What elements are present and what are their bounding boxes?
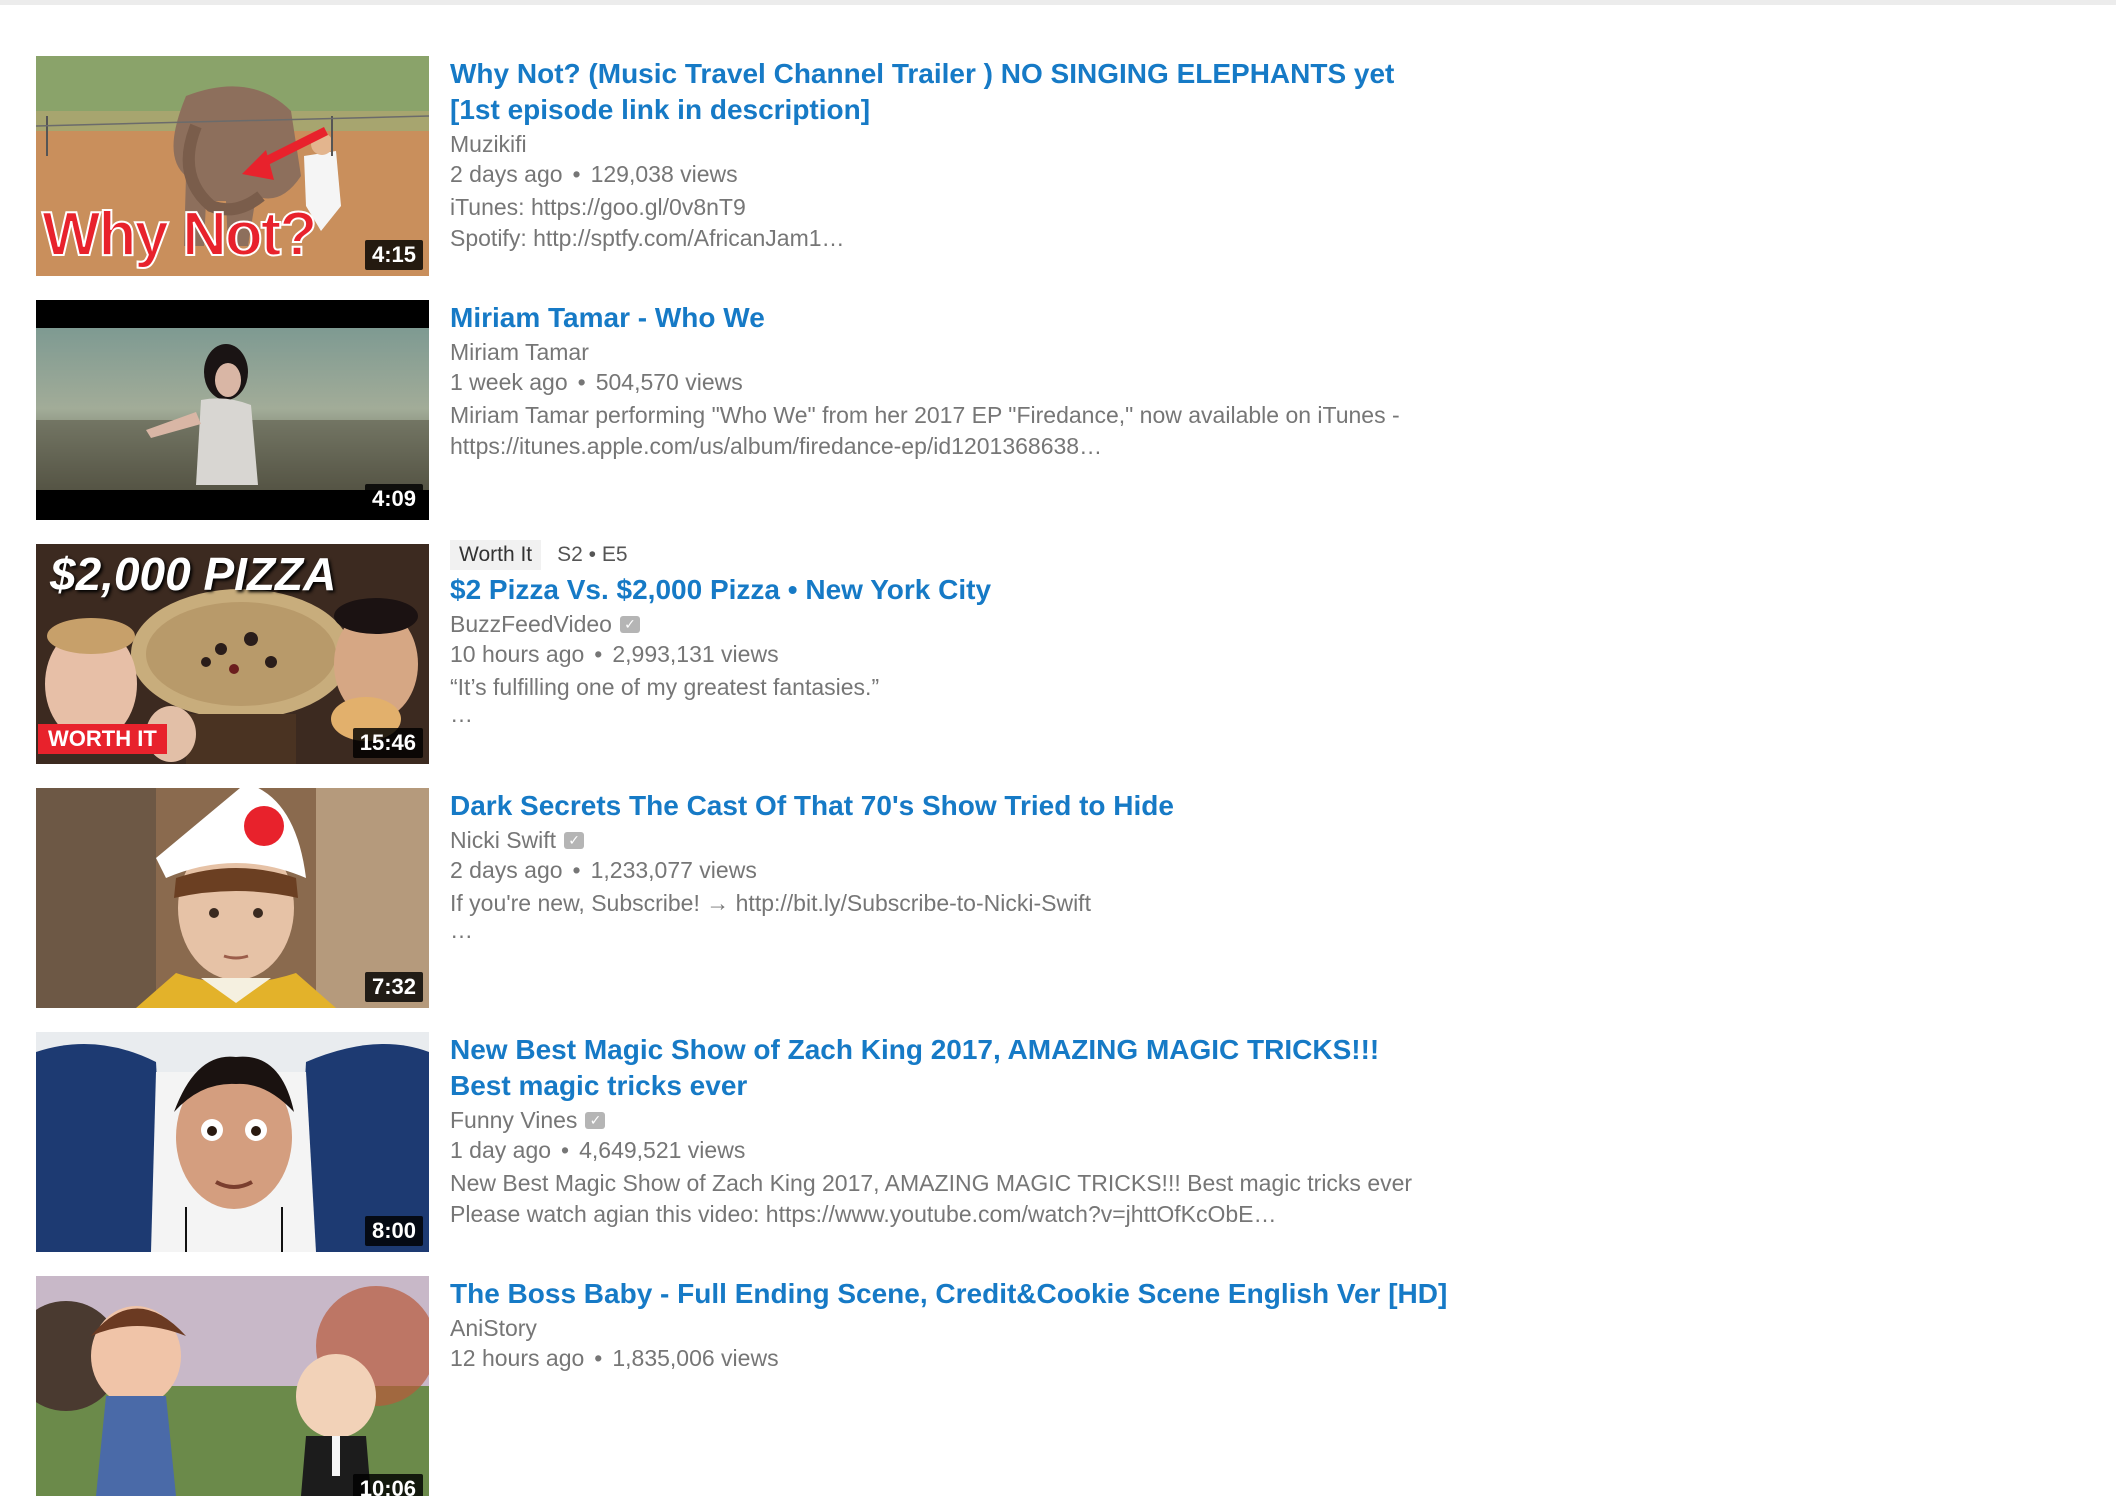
check-badge-icon: ✓ [564,831,585,849]
video-title-line: Dark Secrets The Cast Of That 70's Show … [450,790,1174,821]
video-duration: 7:32 [364,972,423,1002]
channel-name[interactable]: Muzikifi [450,129,527,159]
view-count: 129,038 views [590,161,738,187]
meta-separator: • [561,1137,570,1163]
video-thumbnail[interactable]: 7:32 [36,788,429,1008]
video-result[interactable]: 10:06 The Boss Baby - Full Ending Scene,… [36,1276,1536,1496]
video-meta: 1 day ago • 4,649,521 views [450,1135,1500,1165]
video-thumbnail[interactable]: 8:00 [36,1032,429,1252]
video-info: New Best Magic Show of Zach King 2017, A… [450,1032,1500,1230]
view-count: 2,993,131 views [612,641,779,667]
meta-separator: • [577,369,586,395]
video-thumbnail[interactable]: Why Not? 4:15 [36,56,429,276]
video-title-line: [1st episode link in description] [450,94,871,125]
description-line: Spotify: http://sptfy.com/AfricanJam1… [450,225,845,251]
channel-name[interactable]: Nicki Swift [450,825,556,855]
description-line: “It’s fulfilling one of my greatest fant… [450,674,880,700]
video-title[interactable]: Dark Secrets The Cast Of That 70's Show … [450,788,1500,824]
video-duration: 8:00 [364,1216,423,1246]
upload-age: 1 day ago [450,1137,552,1163]
video-thumbnail[interactable]: 4:09 [36,300,429,520]
video-info: Worth It S2 • E5 $2 Pizza Vs. $2,000 Piz… [450,538,1500,727]
video-title-line: $2 Pizza Vs. $2,000 Pizza • New York Cit… [450,574,992,605]
meta-separator: • [572,857,581,883]
check-badge-icon: ✓ [585,1111,606,1129]
upload-age: 1 week ago [450,369,568,395]
description-line: iTunes: https://goo.gl/0v8nT9 [450,194,746,220]
meta-separator: • [572,161,581,187]
view-count: 504,570 views [595,369,743,395]
show-logo-badge: WORTH IT [38,724,167,754]
video-meta: 2 days ago • 1,233,077 views [450,855,1500,885]
description-line: Please watch agian this video: https://w… [450,1201,1277,1227]
description-line: If you're new, Subscribe! → http://bit.l… [450,890,1091,916]
search-results-list: Why Not? 4:15 Why Not? (Music Travel Cha… [0,0,2116,1496]
upload-age: 2 days ago [450,857,563,883]
video-title[interactable]: The Boss Baby - Full Ending Scene, Credi… [450,1276,1500,1312]
description-line: New Best Magic Show of Zach King 2017, A… [450,1170,1413,1196]
view-count: 4,649,521 views [579,1137,746,1163]
thumbnail-overlay-text: $2,000 PIZZA [50,548,337,600]
video-meta: 2 days ago • 129,038 views [450,159,1500,189]
video-title[interactable]: New Best Magic Show of Zach King 2017, A… [450,1032,1500,1104]
video-result[interactable]: 4:09 Miriam Tamar - Who We Miriam Tamar … [36,300,1536,520]
video-title-line: Why Not? (Music Travel Channel Trailer )… [450,58,1395,89]
meta-separator: • [594,641,603,667]
video-title-line: The Boss Baby - Full Ending Scene, Credi… [450,1278,1448,1309]
video-duration: 4:15 [364,240,423,270]
meta-separator: • [594,1345,603,1371]
video-info: Why Not? (Music Travel Channel Trailer )… [450,56,1500,254]
video-title[interactable]: Miriam Tamar - Who We [450,300,1500,336]
upload-age: 10 hours ago [450,641,585,667]
view-count: 1,835,006 views [612,1345,779,1371]
video-info: Dark Secrets The Cast Of That 70's Show … [450,788,1500,943]
view-count: 1,233,077 views [590,857,757,883]
channel-name[interactable]: BuzzFeedVideo [450,609,612,639]
description-ellipsis: … [450,917,476,943]
video-duration: 10:06 [352,1474,423,1496]
video-result[interactable]: 8:00 New Best Magic Show of Zach King 20… [36,1032,1536,1252]
channel-name[interactable]: Funny Vines [450,1105,577,1135]
video-description: “It’s fulfilling one of my greatest fant… [450,672,1500,727]
thumbnail-image [36,1276,429,1496]
episode-label: S2 • E5 [557,543,628,566]
video-title[interactable]: Why Not? (Music Travel Channel Trailer )… [450,56,1500,128]
video-title-line: Best magic tricks ever [450,1070,748,1101]
video-info: The Boss Baby - Full Ending Scene, Credi… [450,1276,1500,1373]
video-description: If you're new, Subscribe! → http://bit.l… [450,888,1500,943]
video-duration: 15:46 [352,728,423,758]
video-thumbnail[interactable]: $2,000 PIZZA WORTH IT 15:46 [36,544,429,764]
video-title-line: New Best Magic Show of Zach King 2017, A… [450,1034,1380,1065]
video-meta: 1 week ago • 504,570 views [450,367,1500,397]
channel-name[interactable]: Miriam Tamar [450,337,589,367]
video-description: New Best Magic Show of Zach King 2017, A… [450,1168,1500,1230]
video-meta: 10 hours ago • 2,993,131 views [450,639,1500,669]
upload-age: 2 days ago [450,161,563,187]
channel-name[interactable]: AniStory [450,1313,537,1343]
video-result[interactable]: Why Not? 4:15 Why Not? (Music Travel Cha… [36,56,1536,276]
video-duration: 4:09 [364,484,423,514]
check-badge-icon: ✓ [619,615,640,633]
video-description: iTunes: https://goo.gl/0v8nT9 Spotify: h… [450,192,1500,254]
video-info: Miriam Tamar - Who We Miriam Tamar 1 wee… [450,300,1500,462]
description-ellipsis: … [450,701,476,727]
video-title-line: Miriam Tamar - Who We [450,302,765,333]
description-line: Miriam Tamar performing "Who We" from he… [450,402,1400,428]
video-result[interactable]: $2,000 PIZZA WORTH IT 15:46 Worth It S2 … [36,540,1536,764]
video-meta: 12 hours ago • 1,835,006 views [450,1343,1500,1373]
show-badge[interactable]: Worth It [450,540,542,570]
video-description: Miriam Tamar performing "Who We" from he… [450,400,1500,462]
video-thumbnail[interactable]: 10:06 [36,1276,429,1496]
video-result[interactable]: 7:32 Dark Secrets The Cast Of That 70's … [36,788,1536,1008]
video-title[interactable]: $2 Pizza Vs. $2,000 Pizza • New York Cit… [450,572,1500,608]
description-line: https://itunes.apple.com/us/album/fireda… [450,433,1103,459]
upload-age: 12 hours ago [450,1345,585,1371]
thumbnail-overlay-text: Why Not? [41,200,318,269]
